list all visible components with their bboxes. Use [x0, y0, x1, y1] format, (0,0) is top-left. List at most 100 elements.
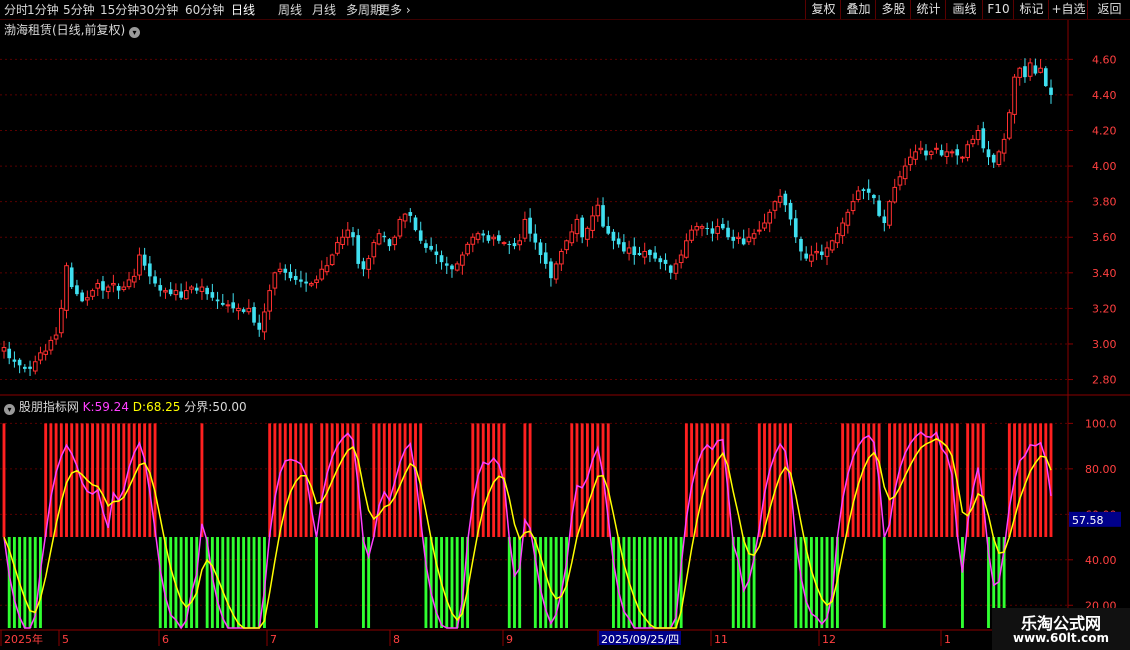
- candle-body-up: [970, 138, 976, 145]
- chart-canvas[interactable]: 4.60 4.40 4.20 4.00 3.80 3.60 3.40 3.20 3.00 2.80…: [0, 0, 1130, 650]
- candle-body-down: [793, 218, 798, 238]
- candle-body-up: [183, 290, 189, 300]
- candle-body-up: [366, 258, 371, 270]
- candle-body-down: [507, 244, 512, 246]
- candle-body-up: [595, 204, 601, 217]
- main-y-tick-label: 3.20: [1092, 302, 1117, 315]
- x-tick-label: 12: [822, 633, 836, 646]
- candle-body-up: [314, 279, 319, 283]
- candle-body-up: [678, 254, 684, 264]
- candle-body-up: [111, 282, 116, 286]
- candle-body-up: [236, 307, 241, 312]
- candle-body-up: [131, 275, 137, 283]
- candle-body-down: [382, 235, 387, 238]
- candle-body-down: [1023, 66, 1027, 78]
- candle-body-up: [272, 272, 278, 289]
- candle-body-up: [105, 286, 111, 293]
- candle-body-down: [986, 149, 991, 158]
- candle-body-up: [475, 233, 481, 240]
- candle-body-down: [616, 238, 621, 245]
- candle-body-up: [402, 213, 408, 222]
- candle-body-up: [824, 247, 830, 257]
- candle-body-down: [658, 258, 663, 263]
- candle-body-up: [58, 307, 64, 334]
- candle-body-up: [1012, 76, 1017, 115]
- x-tick-label: 5: [62, 633, 69, 646]
- candle-body-down: [450, 265, 454, 270]
- candle-body-up: [564, 240, 569, 251]
- candle-body-down: [991, 154, 996, 163]
- candle-body-down: [387, 239, 392, 247]
- candle-body-up: [126, 279, 132, 288]
- candle-body-up: [267, 290, 272, 312]
- candle-body-up: [996, 151, 1002, 166]
- candle-body-down: [601, 205, 605, 227]
- candle-body-up: [246, 307, 252, 313]
- candle-body-up: [137, 254, 142, 276]
- candle-body-down: [356, 235, 361, 264]
- candle-body-up: [751, 233, 757, 239]
- candle-body-down: [1043, 68, 1048, 87]
- candle-body-up: [934, 147, 939, 150]
- x-tick-label: 1: [944, 633, 951, 646]
- candle-body-down: [549, 261, 553, 279]
- candle-body-down: [153, 276, 157, 284]
- x-tick-label: 11: [714, 633, 728, 646]
- candle-body-up: [335, 242, 340, 254]
- candle-body-up: [491, 236, 496, 240]
- candle-body-down: [168, 289, 173, 295]
- candle-body-up: [163, 290, 168, 293]
- candle-body-up: [590, 215, 595, 231]
- candle-body-up: [746, 236, 752, 243]
- candle-body-up: [835, 233, 840, 244]
- candle-body-up: [262, 311, 267, 333]
- main-y-tick-label: 3.80: [1092, 196, 1117, 209]
- candle-body-up: [913, 151, 918, 160]
- candle-body-up: [887, 201, 892, 226]
- candle-body-down: [413, 217, 418, 231]
- candle-body-down: [955, 149, 960, 156]
- candle-body-up: [517, 240, 523, 246]
- candle-body-down: [220, 302, 225, 305]
- candle-body-down: [101, 281, 105, 291]
- candle-body-down: [69, 267, 74, 288]
- candle-body-up: [95, 282, 101, 289]
- candle-body-down: [148, 263, 152, 277]
- candle-body-down: [23, 366, 27, 369]
- candle-body-up: [324, 265, 330, 273]
- candle-body-down: [1049, 87, 1053, 95]
- candle-body-up: [756, 229, 762, 232]
- candle-body-down: [444, 263, 449, 266]
- candle-body-up: [460, 254, 465, 266]
- x-tick-label: 6: [162, 633, 169, 646]
- candle-body-down: [788, 202, 793, 220]
- candle-body-down: [866, 188, 871, 193]
- candle-body-up: [64, 265, 69, 311]
- candle-body-down: [663, 259, 668, 264]
- ind-y-tick-label: 80.00: [1085, 463, 1117, 476]
- candle-body-down: [981, 128, 986, 149]
- candle-body-down: [252, 307, 256, 323]
- candle-body-down: [179, 291, 183, 298]
- candle-body-up: [1001, 138, 1007, 154]
- main-y-tick-label: 4.60: [1092, 53, 1117, 66]
- main-y-tick-label: 3.00: [1092, 338, 1117, 351]
- candle-body-up: [918, 147, 924, 151]
- candle-body-down: [653, 252, 657, 259]
- x-tick-label: 2025年: [4, 632, 43, 646]
- candle-body-up: [38, 352, 43, 361]
- candle-body-down: [215, 299, 220, 302]
- candle-body-down: [257, 322, 262, 330]
- candle-body-up: [90, 290, 95, 297]
- candle-body-up: [762, 222, 767, 229]
- candle-body-down: [543, 252, 548, 264]
- candle-body-down: [528, 217, 532, 234]
- candle-body-up: [319, 268, 325, 280]
- candle-body-up: [850, 201, 856, 212]
- candle-body-up: [855, 190, 861, 200]
- candle-body-down: [299, 279, 303, 282]
- candle-body-up: [345, 229, 351, 238]
- candle-body-up: [501, 242, 507, 245]
- candle-body-up: [673, 263, 679, 274]
- candle-body-down: [116, 285, 121, 291]
